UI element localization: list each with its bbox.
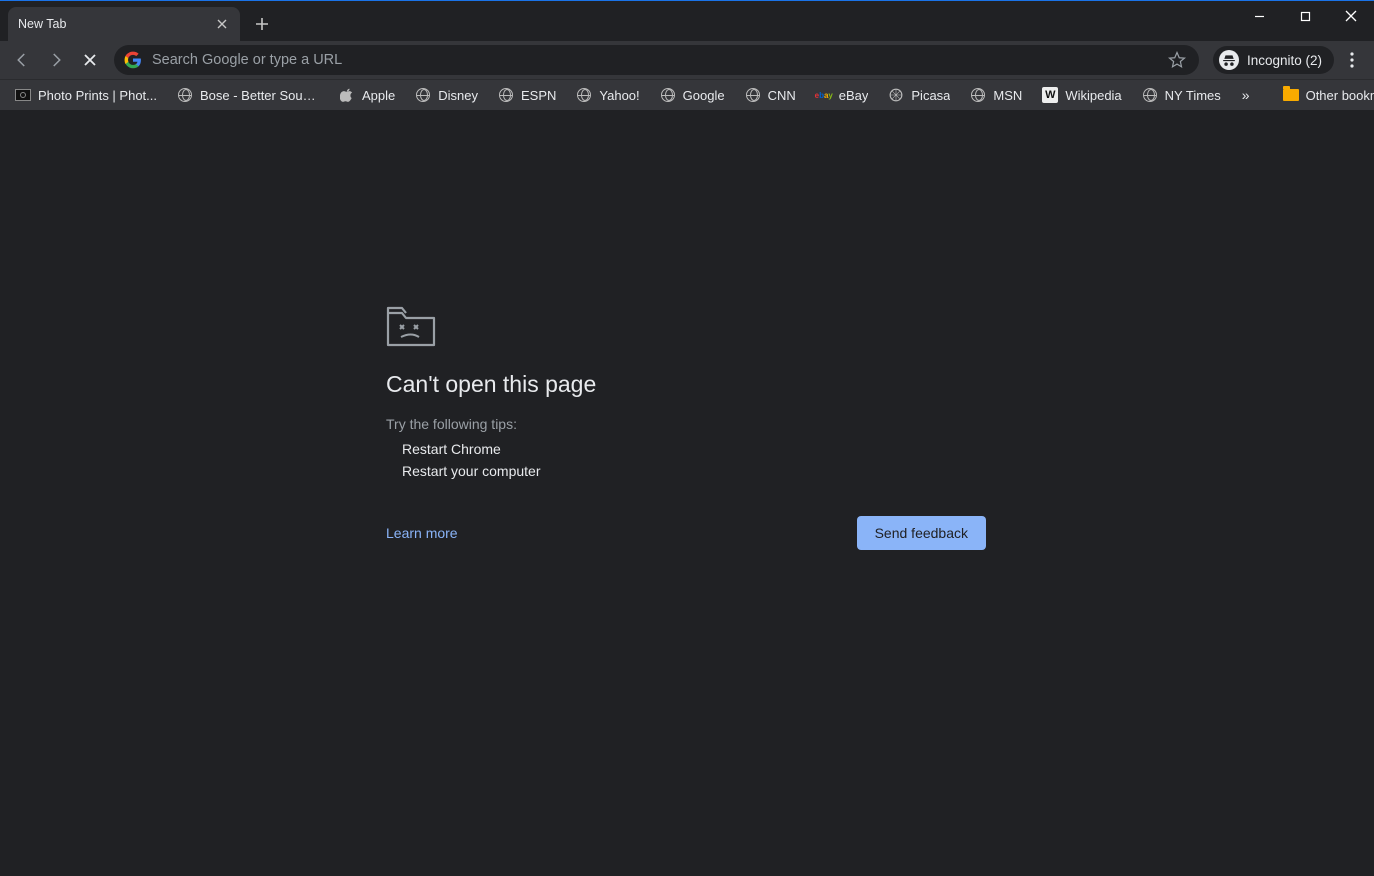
- incognito-icon: [1219, 50, 1239, 70]
- bookmarks-bar: Photo Prints | Phot... Bose - Better Soun…: [0, 79, 1374, 111]
- close-window-button[interactable]: [1328, 1, 1374, 31]
- bookmark-label: Bose - Better Soun...: [200, 88, 319, 103]
- send-feedback-button[interactable]: Send feedback: [857, 516, 986, 550]
- bookmark-item[interactable]: CNN: [736, 83, 805, 107]
- bookmark-label: Wikipedia: [1065, 88, 1121, 103]
- other-bookmarks-label: Other bookmarks: [1306, 88, 1374, 103]
- other-bookmarks-button[interactable]: Other bookmarks: [1274, 83, 1374, 107]
- bookmark-item[interactable]: Google: [651, 83, 734, 107]
- bookmark-label: Disney: [438, 88, 478, 103]
- bookmark-item[interactable]: Yahoo!: [567, 83, 648, 107]
- bookmark-favicon: [177, 87, 193, 103]
- bookmark-favicon: [1142, 87, 1158, 103]
- bookmark-label: NY Times: [1165, 88, 1221, 103]
- forward-button[interactable]: [40, 44, 72, 76]
- bookmark-label: Apple: [362, 88, 395, 103]
- bookmark-star-icon[interactable]: [1165, 48, 1189, 72]
- page-content: Can't open this page Try the following t…: [0, 111, 1374, 876]
- sad-folder-icon: [386, 305, 434, 345]
- browser-tab[interactable]: New Tab: [8, 7, 240, 41]
- bookmark-item[interactable]: W Wikipedia: [1033, 83, 1130, 107]
- error-tip: Restart your computer: [386, 460, 986, 482]
- error-tip: Restart Chrome: [386, 438, 986, 460]
- bookmark-label: MSN: [993, 88, 1022, 103]
- bookmark-label: ESPN: [521, 88, 556, 103]
- nav-toolbar: Incognito (2): [0, 41, 1374, 79]
- address-input[interactable]: [152, 52, 1155, 68]
- omnibox[interactable]: [114, 45, 1199, 75]
- bookmark-favicon: [415, 87, 431, 103]
- bookmark-favicon: W: [1042, 87, 1058, 103]
- window-controls: [1236, 1, 1374, 33]
- error-title: Can't open this page: [386, 371, 986, 398]
- bookmark-favicon: [576, 87, 592, 103]
- minimize-button[interactable]: [1236, 1, 1282, 31]
- bookmark-label: Yahoo!: [599, 88, 639, 103]
- error-tips-list: Restart ChromeRestart your computer: [386, 438, 986, 482]
- bookmark-item[interactable]: Disney: [406, 83, 487, 107]
- bookmark-favicon: [660, 87, 676, 103]
- bookmark-label: CNN: [768, 88, 796, 103]
- stop-reload-button[interactable]: [74, 44, 106, 76]
- bookmark-item[interactable]: Bose - Better Soun...: [168, 83, 328, 107]
- error-subtitle: Try the following tips:: [386, 416, 986, 432]
- bookmark-item[interactable]: ESPN: [489, 83, 565, 107]
- bookmark-item[interactable]: MSN: [961, 83, 1031, 107]
- bookmark-item[interactable]: Picasa: [879, 83, 959, 107]
- bookmark-favicon: [498, 87, 514, 103]
- incognito-label: Incognito (2): [1247, 53, 1322, 68]
- back-button[interactable]: [6, 44, 38, 76]
- bookmark-item[interactable]: Photo Prints | Phot...: [6, 83, 166, 107]
- bookmark-item[interactable]: ebay eBay: [807, 83, 878, 107]
- bookmark-favicon: [339, 87, 355, 103]
- bookmark-favicon: [888, 87, 904, 103]
- bookmark-favicon: [745, 87, 761, 103]
- error-panel: Can't open this page Try the following t…: [386, 305, 986, 550]
- new-tab-button[interactable]: [248, 10, 276, 38]
- maximize-button[interactable]: [1282, 1, 1328, 31]
- bookmarks-overflow-button[interactable]: »: [1234, 87, 1258, 103]
- incognito-indicator[interactable]: Incognito (2): [1213, 46, 1334, 74]
- bookmark-favicon: [15, 87, 31, 103]
- bookmark-favicon: [970, 87, 986, 103]
- bookmark-label: eBay: [839, 88, 869, 103]
- bookmark-label: Photo Prints | Phot...: [38, 88, 157, 103]
- tab-title: New Tab: [18, 17, 214, 31]
- folder-icon: [1283, 87, 1299, 103]
- titlebar: New Tab: [0, 1, 1374, 41]
- close-tab-icon[interactable]: [214, 16, 230, 32]
- bookmark-label: Google: [683, 88, 725, 103]
- learn-more-link[interactable]: Learn more: [386, 525, 458, 541]
- bookmark-label: Picasa: [911, 88, 950, 103]
- chrome-menu-button[interactable]: [1336, 44, 1368, 76]
- google-icon: [124, 51, 142, 69]
- bookmark-item[interactable]: Apple: [330, 83, 404, 107]
- bookmark-favicon: ebay: [816, 87, 832, 103]
- bookmark-item[interactable]: NY Times: [1133, 83, 1230, 107]
